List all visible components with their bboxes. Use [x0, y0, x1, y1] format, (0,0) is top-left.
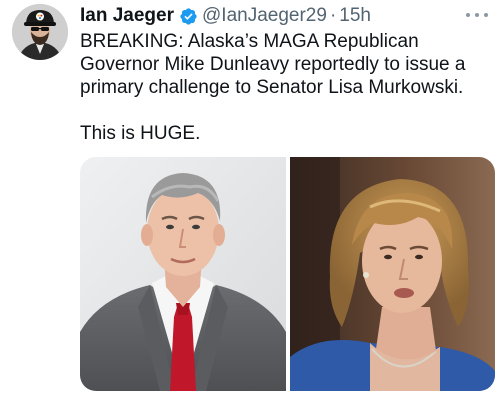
photo-left[interactable] — [80, 157, 286, 391]
man-portrait-image — [80, 157, 286, 391]
separator-dot: · — [329, 5, 337, 26]
more-options-icon[interactable] — [466, 12, 488, 18]
tweet-text: BREAKING: Alaska’s MAGA Republican Gover… — [80, 30, 494, 145]
verified-badge-icon — [179, 7, 198, 26]
author-name[interactable]: Ian Jaeger — [80, 5, 174, 27]
avatar-image — [12, 4, 68, 60]
tweet-text-line: This is HUGE. — [80, 123, 201, 144]
media-grid — [80, 157, 495, 391]
tweet-text-line: Governor Mike Dunleavy reportedly to iss… — [80, 54, 466, 75]
author-avatar[interactable] — [12, 4, 68, 60]
woman-portrait-image — [290, 157, 495, 391]
tweet-text-line: BREAKING: Alaska’s MAGA Republican — [80, 31, 419, 52]
author-handle[interactable]: @IanJaeger29 — [202, 5, 327, 27]
photo-right[interactable] — [290, 157, 495, 391]
tweet-text-line: primary challenge to Senator Lisa Murkow… — [80, 77, 464, 98]
tweet[interactable]: Ian Jaeger @IanJaeger29 · 15h BREAKING: … — [0, 0, 500, 404]
tweet-header: Ian Jaeger @IanJaeger29 · 15h — [80, 3, 371, 29]
timestamp[interactable]: 15h — [339, 5, 371, 27]
